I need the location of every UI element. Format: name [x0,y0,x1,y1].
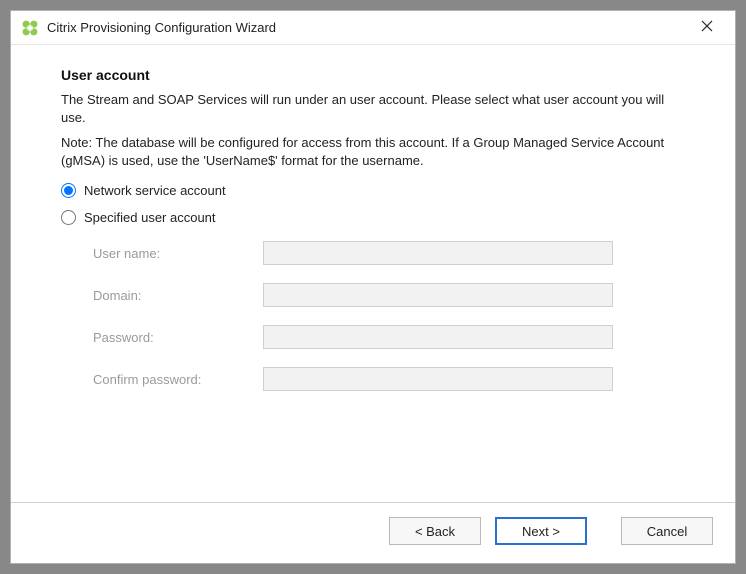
content-area: User account The Stream and SOAP Service… [11,45,735,502]
password-input [263,325,613,349]
cancel-button[interactable]: Cancel [621,517,713,545]
radio-specified-label: Specified user account [84,210,216,225]
close-button[interactable] [687,14,727,42]
back-button[interactable]: < Back [389,517,481,545]
domain-input [263,283,613,307]
titlebar: Citrix Provisioning Configuration Wizard [11,11,735,45]
account-radio-group: Network service account Specified user a… [61,183,685,237]
field-row-domain: Domain: [93,283,685,307]
page-note: Note: The database will be configured fo… [61,134,681,169]
radio-network-input[interactable] [61,183,76,198]
field-row-password: Password: [93,325,685,349]
domain-label: Domain: [93,288,263,303]
next-button[interactable]: Next > [495,517,587,545]
confirm-password-input [263,367,613,391]
page-description: The Stream and SOAP Services will run un… [61,91,681,126]
radio-specified-user[interactable]: Specified user account [61,210,685,225]
close-icon [701,19,713,37]
field-row-username: User name: [93,241,685,265]
page-heading: User account [61,67,685,83]
username-label: User name: [93,246,263,261]
username-input [263,241,613,265]
radio-network-label: Network service account [84,183,226,198]
footer: < Back Next > Cancel [11,503,735,563]
field-row-confirm: Confirm password: [93,367,685,391]
password-label: Password: [93,330,263,345]
credentials-fields: User name: Domain: Password: Confirm pas… [93,241,685,409]
radio-network-service[interactable]: Network service account [61,183,685,198]
window-title: Citrix Provisioning Configuration Wizard [47,20,687,35]
radio-specified-input[interactable] [61,210,76,225]
citrix-icon [21,19,39,37]
wizard-window: Citrix Provisioning Configuration Wizard… [10,10,736,564]
confirm-password-label: Confirm password: [93,372,263,387]
